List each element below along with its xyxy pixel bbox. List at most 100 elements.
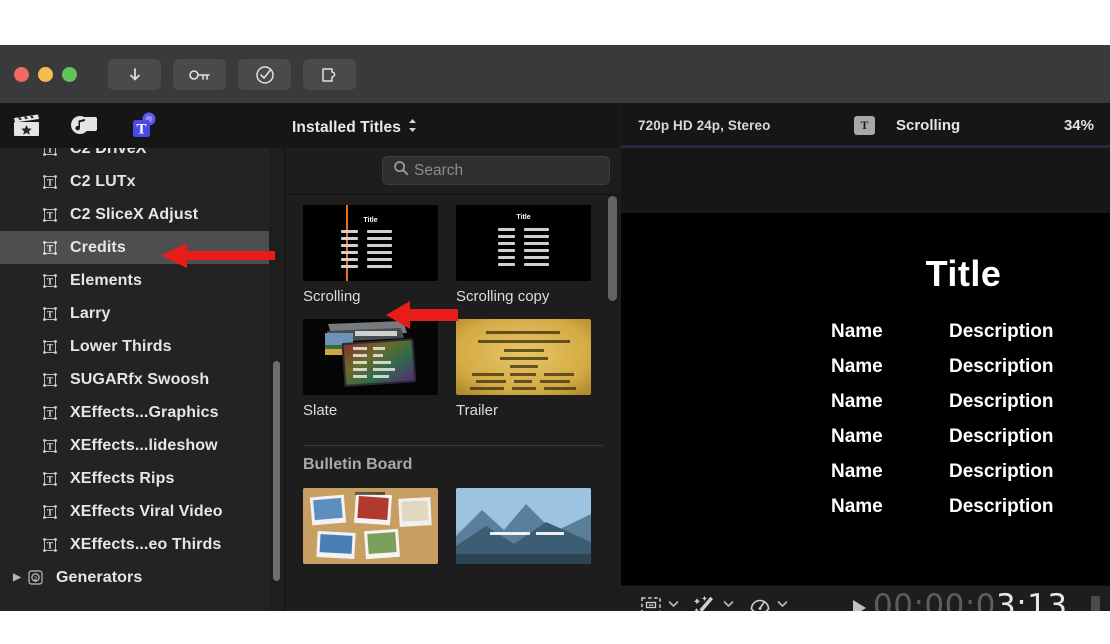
browser-section-bulletin-board: Bulletin Board	[303, 445, 603, 474]
title-item-icon: T	[41, 173, 58, 190]
media-browser-tab[interactable]	[8, 107, 44, 143]
svg-text:T: T	[136, 122, 146, 138]
browser-header-bar: T Installed Titles	[0, 103, 620, 148]
thumbnail[interactable]	[303, 319, 438, 395]
browser-item-scrolling[interactable]: Title Scrolling	[303, 205, 438, 305]
browser-item-bulletin-collage[interactable]	[303, 488, 438, 571]
browser-scrollbar-thumb[interactable]	[608, 196, 617, 301]
search-icon	[393, 160, 409, 181]
title-t-icon: T	[854, 116, 875, 135]
credits-description: Description	[949, 356, 1054, 378]
browser-item-slate[interactable]: Slate	[303, 319, 438, 419]
title-composition: Title Name Description Name Description …	[831, 253, 1096, 531]
minimize-window-button[interactable]	[38, 67, 53, 82]
svg-text:T: T	[46, 540, 52, 550]
window-titlebar	[0, 45, 1110, 104]
sidebar-item-label: Larry	[70, 305, 111, 323]
installed-titles-popup[interactable]: Installed Titles	[292, 117, 418, 139]
titles-browser-panel: Search Title	[284, 148, 621, 611]
titles-generators-tab[interactable]: T	[124, 107, 160, 143]
clapperboard-icon	[11, 111, 41, 139]
sidebar-scrollbar-thumb[interactable]	[273, 361, 280, 581]
magic-wand-icon	[693, 594, 718, 611]
sidebar-item-c2-lutx[interactable]: T C2 LUTx	[0, 165, 269, 198]
maximize-window-button[interactable]	[62, 67, 77, 82]
transform-crop-button[interactable]	[639, 594, 679, 611]
sidebar-item-label: Credits	[70, 239, 126, 257]
credits-name: Name	[831, 426, 949, 448]
video-canvas[interactable]: Title Name Description Name Description …	[621, 213, 1110, 585]
viewer-panel: Title Name Description Name Description …	[621, 148, 1110, 611]
retime-button[interactable]	[748, 594, 788, 611]
generators-icon: 2	[27, 569, 44, 586]
thumbnail[interactable]	[456, 319, 591, 395]
sidebar-item-xeffects-graphics[interactable]: T XEffects...Graphics	[0, 396, 269, 429]
thumbnail[interactable]: Title	[456, 205, 591, 281]
checkmark-button[interactable]	[238, 59, 291, 90]
timecode-display[interactable]: 00:00:03:13	[873, 588, 1068, 611]
svg-text:T: T	[46, 408, 52, 418]
sidebar-item-c2-drivex[interactable]: T C2 DriveX	[0, 148, 269, 165]
extension-button[interactable]	[303, 59, 356, 90]
thumbnail[interactable]	[456, 488, 591, 564]
viewer-toolbar: 00:00:03:13	[621, 585, 1110, 611]
slate-thumbnail-art	[303, 319, 438, 395]
sidebar-item-label: C2 LUTx	[70, 173, 136, 191]
sidebar-item-xeffects-slideshow[interactable]: T XEffects...lideshow	[0, 429, 269, 462]
sidebar-item-xeffects-video-thirds[interactable]: T XEffects...eo Thirds	[0, 528, 269, 561]
chevron-down-icon[interactable]	[668, 599, 679, 611]
enhance-button[interactable]	[693, 594, 734, 611]
sidebar-item-credits[interactable]: T Credits	[0, 231, 269, 264]
sidebar-item-sugarfx-swoosh[interactable]: T SUGARfx Swoosh	[0, 363, 269, 396]
viewer-tool-group	[639, 594, 788, 611]
sidebar-item-lower-thirds[interactable]: T Lower Thirds	[0, 330, 269, 363]
browser-content-scroll: Title Scrolling	[285, 195, 621, 611]
photos-audio-tab[interactable]	[66, 107, 102, 143]
chevron-down-icon[interactable]	[777, 599, 788, 611]
keychain-button[interactable]	[173, 59, 226, 90]
viewer-clip-name: Scrolling	[896, 117, 960, 134]
sidebar-item-larry[interactable]: T Larry	[0, 297, 269, 330]
credits-row: Name Description	[831, 321, 1096, 343]
trailer-thumbnail-art	[456, 319, 591, 395]
composition-title: Title	[831, 253, 1096, 295]
sidebar-item-label: Elements	[70, 272, 142, 290]
title-item-icon: T	[41, 338, 58, 355]
sidebar-item-label: XEffects Rips	[70, 470, 174, 488]
credits-description: Description	[949, 321, 1054, 343]
sidebar-group-generators[interactable]: ▶ 2 Generators	[0, 561, 269, 594]
credits-name: Name	[831, 321, 949, 343]
browser-item-trailer[interactable]: Trailer	[456, 319, 591, 419]
disclosure-triangle-icon[interactable]: ▶	[10, 572, 24, 583]
thumbnail[interactable]	[303, 488, 438, 564]
title-item-icon: T	[41, 239, 58, 256]
sidebar-item-xeffects-rips[interactable]: T XEffects Rips	[0, 462, 269, 495]
download-button[interactable]	[108, 59, 161, 90]
sidebar-group-label: Generators	[56, 569, 142, 587]
search-field[interactable]: Search	[382, 156, 610, 185]
credits-row: Name Description	[831, 391, 1096, 413]
credits-name: Name	[831, 496, 949, 518]
browser-item-scrolling-copy[interactable]: Title Scrolling copy	[456, 205, 591, 305]
camera-music-icon	[69, 112, 99, 138]
sidebar-item-elements[interactable]: T Elements	[0, 264, 269, 297]
sidebar-item-label: C2 DriveX	[70, 148, 147, 158]
sidebar-scrollbar[interactable]	[269, 148, 284, 611]
title-item-icon: T	[41, 272, 58, 289]
browser-scrollbar[interactable]	[608, 196, 618, 606]
credits-name: Name	[831, 461, 949, 483]
thumbnail[interactable]: Title	[303, 205, 438, 281]
svg-text:T: T	[46, 243, 52, 253]
sidebar-item-xeffects-viral-video[interactable]: T XEffects Viral Video	[0, 495, 269, 528]
credits-description: Description	[949, 391, 1054, 413]
close-window-button[interactable]	[14, 67, 29, 82]
chevron-down-icon[interactable]	[723, 599, 734, 611]
viewer-zoom-level[interactable]: 34%	[1064, 117, 1094, 134]
svg-text:T: T	[46, 177, 52, 187]
titles-t-icon: T	[127, 111, 157, 139]
sidebar-item-c2-slicex-adjust[interactable]: T C2 SliceX Adjust	[0, 198, 269, 231]
browser-item-bulletin-mountain[interactable]	[456, 488, 591, 571]
sidebar-item-label: XEffects...Graphics	[70, 404, 219, 422]
svg-text:2: 2	[34, 576, 37, 582]
play-triangle-icon[interactable]	[853, 600, 866, 611]
